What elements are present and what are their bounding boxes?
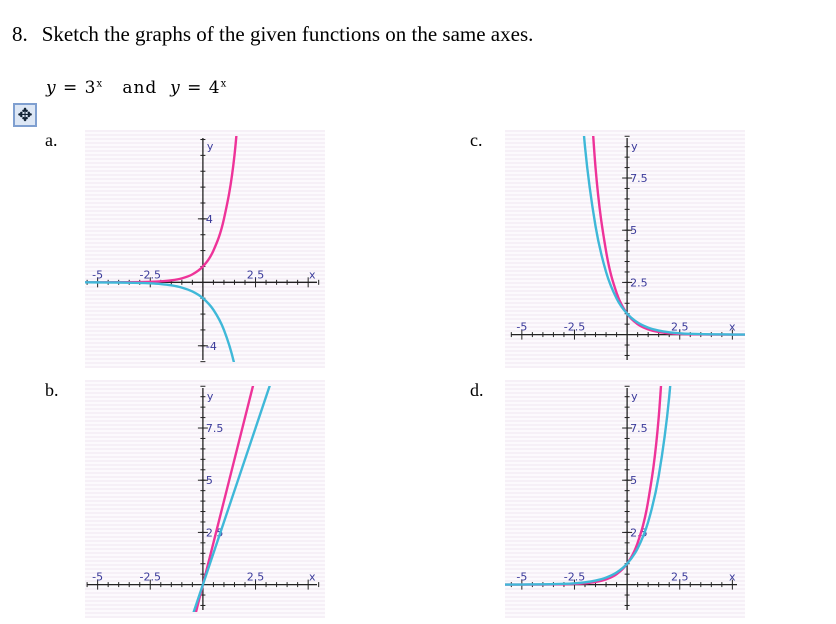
- graph-b[interactable]: -5 -2.5 2.5 7.5 5 2.5 x y: [85, 380, 325, 618]
- x-axis-label: x: [309, 571, 316, 584]
- x-tick-label: 2.5: [247, 571, 264, 584]
- y-tick-label: 7.5: [630, 172, 647, 185]
- y-axis-label: y: [207, 390, 214, 403]
- y-tick-label: -4: [206, 340, 217, 353]
- eq-rhs-2: = 4: [180, 78, 221, 98]
- y-tick-label: 5: [206, 474, 213, 487]
- graph-svg: -5 -2.5 2.57.552.5xy: [505, 385, 737, 610]
- x-tick-label: -5: [516, 321, 527, 334]
- question-prompt: Sketch the graphs of the given functions…: [41, 22, 534, 46]
- x-tick-label: -5: [516, 571, 527, 584]
- move-arrows-icon[interactable]: ✥: [13, 103, 37, 127]
- y-axis-label: y: [631, 390, 638, 403]
- y-axis-label: y: [207, 140, 214, 153]
- graph-svg: -5 -2.5 2.5 4 -4 x y: [85, 136, 320, 363]
- graph-d[interactable]: -5 -2.5 2.5 7.5 5 2.5 x y: [505, 380, 745, 618]
- graph-c[interactable]: -5 -2.5 2.5 7.5 5 2.5 x y: [505, 130, 745, 368]
- eq-y2: y: [170, 78, 181, 98]
- y-tick-label: 4: [206, 213, 213, 226]
- question-text: 8. Sketch the graphs of the given functio…: [12, 22, 533, 47]
- y-axis-label: y: [631, 140, 638, 153]
- x-tick-label: -2.5: [140, 268, 161, 281]
- series-pink-curve: [85, 136, 238, 284]
- graph-a[interactable]: -5 -2.5 2.5 4 -4 x y: [85, 130, 325, 368]
- graph-svg: -5 -2.5 2.57.552.5xy: [86, 385, 320, 612]
- series-blue-curve: [85, 281, 236, 362]
- option-label-b: b.: [45, 380, 59, 400]
- x-tick-label: -2.5: [140, 571, 161, 584]
- series-pink-curve: [505, 386, 663, 586]
- x-tick-label: -5: [92, 268, 103, 281]
- option-label-d: d.: [470, 380, 484, 400]
- y-tick-label: 2.5: [630, 276, 647, 289]
- x-tick-label: 2.5: [671, 571, 689, 584]
- eq-exp-2: x: [220, 78, 228, 90]
- x-tick-label: 2.5: [247, 268, 264, 281]
- eq-rhs-1: = 3: [56, 78, 97, 98]
- eq-exp-1: x: [96, 78, 104, 90]
- eq-and: and: [122, 78, 158, 98]
- eq-y1: y: [46, 78, 57, 98]
- series-pink-curve: [591, 136, 745, 336]
- x-tick-label: -2.5: [564, 321, 585, 334]
- option-label-a: a.: [45, 130, 58, 150]
- graph-svg: -5 -2.5 2.57.552.5xy: [510, 135, 745, 360]
- y-tick-label: 7.5: [206, 422, 224, 435]
- x-axis-label: x: [309, 268, 316, 281]
- x-axis-label: x: [729, 571, 736, 584]
- y-tick-label: 7.5: [630, 422, 647, 435]
- x-tick-label: -5: [92, 571, 103, 584]
- series-blue-curve: [582, 136, 745, 336]
- series-blue-curve: [505, 386, 672, 586]
- option-label-c: c.: [470, 130, 483, 150]
- x-axis-label: x: [729, 321, 736, 334]
- equation: y = 3x and y = 4x: [46, 78, 227, 98]
- y-tick-label: 5: [630, 224, 637, 237]
- question-number: 8.: [12, 22, 28, 46]
- y-tick-label: 5: [630, 474, 637, 487]
